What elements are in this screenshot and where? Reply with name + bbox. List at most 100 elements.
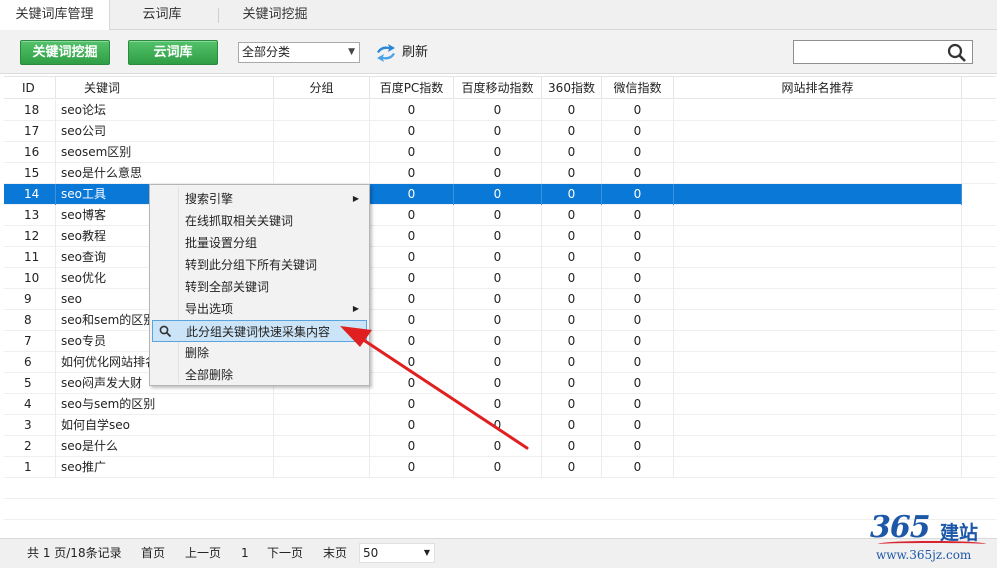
page-size-select[interactable]: 50 ▼ — [359, 543, 435, 563]
cell-rank — [674, 226, 962, 247]
cell-rank — [674, 436, 962, 457]
cell-id: 5 — [4, 373, 56, 394]
cell-baidu-mobile: 0 — [454, 436, 542, 457]
cell-keyword: seo是什么 — [56, 436, 274, 457]
column-keyword[interactable]: 关键词 — [56, 77, 274, 99]
column-wechat[interactable]: 微信指数 — [602, 77, 674, 99]
menu-item[interactable]: 转到此分组下所有关键词 — [152, 254, 367, 276]
table-row[interactable]: 15 seo是什么意思 0 0 0 0 — [4, 163, 996, 184]
cell-keyword: seo推广 — [56, 457, 274, 478]
cell-rank — [674, 331, 962, 352]
cell-360: 0 — [542, 373, 602, 394]
cell-baidu-pc: 0 — [370, 331, 454, 352]
cloud-library-button[interactable]: 云词库 — [128, 40, 218, 65]
refresh-label: 刷新 — [402, 45, 429, 60]
cell-wechat: 0 — [602, 226, 674, 247]
menu-item[interactable]: 删除 — [152, 342, 367, 364]
cell-baidu-mobile: 0 — [454, 310, 542, 331]
cell-wechat: 0 — [602, 247, 674, 268]
cell-baidu-pc: 0 — [370, 121, 454, 142]
toolbar: 关键词挖掘 云词库 全部分类 ▼ 刷新 — [0, 30, 997, 74]
menu-item-label: 转到此分组下所有关键词 — [185, 258, 318, 272]
table-row[interactable]: 1 seo推广 0 0 0 0 — [4, 457, 996, 478]
pagination-bar: 共 1 页/18条记录 首页 上一页 1 下一页 末页 50 ▼ — [0, 538, 997, 568]
last-page-link[interactable]: 末页 — [323, 539, 347, 567]
cell-rank — [674, 142, 962, 163]
cell-wechat: 0 — [602, 310, 674, 331]
cell-id: 17 — [4, 121, 56, 142]
menu-item[interactable]: 在线抓取相关关键词 — [152, 210, 367, 232]
cell-id: 8 — [4, 310, 56, 331]
tab-keyword-mining[interactable]: 关键词挖掘 — [222, 0, 328, 30]
menu-item[interactable]: 全部删除 — [152, 364, 367, 386]
cell-baidu-mobile: 0 — [454, 352, 542, 373]
cell-baidu-mobile: 0 — [454, 247, 542, 268]
cell-id: 16 — [4, 142, 56, 163]
next-page-link[interactable]: 下一页 — [267, 539, 303, 567]
menu-item-label: 导出选项 — [185, 302, 234, 316]
search-icon[interactable] — [947, 43, 967, 62]
prev-page-link[interactable]: 上一页 — [185, 539, 221, 567]
page-size-value: 50 — [363, 546, 379, 560]
submenu-arrow-icon: ▶ — [352, 194, 359, 203]
cell-360: 0 — [542, 310, 602, 331]
cell-baidu-mobile: 0 — [454, 331, 542, 352]
column-id[interactable]: ID — [4, 77, 56, 99]
cell-wechat: 0 — [602, 436, 674, 457]
cell-360: 0 — [542, 268, 602, 289]
tab-cloud-library[interactable]: 云词库 — [112, 0, 212, 30]
menu-item-label: 此分组关键词快速采集内容 — [186, 325, 331, 339]
cell-rank — [674, 310, 962, 331]
cell-360: 0 — [542, 121, 602, 142]
cell-wechat: 0 — [602, 100, 674, 121]
cell-group — [274, 163, 370, 184]
column-baidu-pc[interactable]: 百度PC指数 — [370, 77, 454, 99]
column-360[interactable]: 360指数 — [542, 77, 602, 99]
search-input[interactable] — [793, 40, 973, 64]
cell-360: 0 — [542, 163, 602, 184]
cell-wechat: 0 — [602, 457, 674, 478]
cell-rank — [674, 184, 962, 205]
menu-item[interactable]: 此分组关键词快速采集内容 — [152, 320, 367, 342]
cell-baidu-pc: 0 — [370, 205, 454, 226]
table-row[interactable]: 3 如何自学seo 0 0 0 0 — [4, 415, 996, 436]
current-page: 1 — [241, 546, 249, 560]
cell-wechat: 0 — [602, 289, 674, 310]
cell-group — [274, 457, 370, 478]
cell-rank — [674, 205, 962, 226]
table-row[interactable]: 4 seo与sem的区别 0 0 0 0 — [4, 394, 996, 415]
tab-keyword-library[interactable]: 关键词库管理 — [0, 0, 110, 31]
cell-baidu-pc: 0 — [370, 226, 454, 247]
menu-item[interactable]: 导出选项 ▶ — [152, 298, 367, 320]
cell-baidu-pc: 0 — [370, 268, 454, 289]
cell-id: 10 — [4, 268, 56, 289]
menu-item[interactable]: 转到全部关键词 — [152, 276, 367, 298]
keyword-mining-button[interactable]: 关键词挖掘 — [20, 40, 110, 65]
cell-group — [274, 142, 370, 163]
empty-row — [4, 478, 996, 499]
cell-baidu-pc: 0 — [370, 352, 454, 373]
cell-group — [274, 394, 370, 415]
table-row[interactable]: 14 seo工具 0 0 0 0 — [4, 184, 962, 205]
menu-item[interactable]: 搜索引擎 ▶ — [152, 188, 367, 210]
table-row[interactable]: 17 seo公司 0 0 0 0 — [4, 121, 996, 142]
column-group[interactable]: 分组 — [274, 77, 370, 99]
cell-baidu-mobile: 0 — [454, 142, 542, 163]
table-row[interactable]: 2 seo是什么 0 0 0 0 — [4, 436, 996, 457]
menu-item[interactable]: 批量设置分组 — [152, 232, 367, 254]
cell-wechat: 0 — [602, 352, 674, 373]
table-row[interactable]: 16 seosem区别 0 0 0 0 — [4, 142, 996, 163]
cell-rank — [674, 247, 962, 268]
cell-group — [274, 100, 370, 121]
table-row[interactable]: 18 seo论坛 0 0 0 0 — [4, 100, 996, 121]
cell-id: 7 — [4, 331, 56, 352]
column-rank[interactable]: 网站排名推荐 — [674, 77, 962, 99]
cell-keyword: seo是什么意思 — [56, 163, 274, 184]
cell-360: 0 — [542, 142, 602, 163]
category-select[interactable]: 全部分类 ▼ — [238, 42, 360, 63]
cell-baidu-mobile: 0 — [454, 226, 542, 247]
column-baidu-mobile[interactable]: 百度移动指数 — [454, 77, 542, 99]
first-page-link[interactable]: 首页 — [141, 539, 165, 567]
cell-baidu-pc: 0 — [370, 289, 454, 310]
cell-group — [274, 415, 370, 436]
